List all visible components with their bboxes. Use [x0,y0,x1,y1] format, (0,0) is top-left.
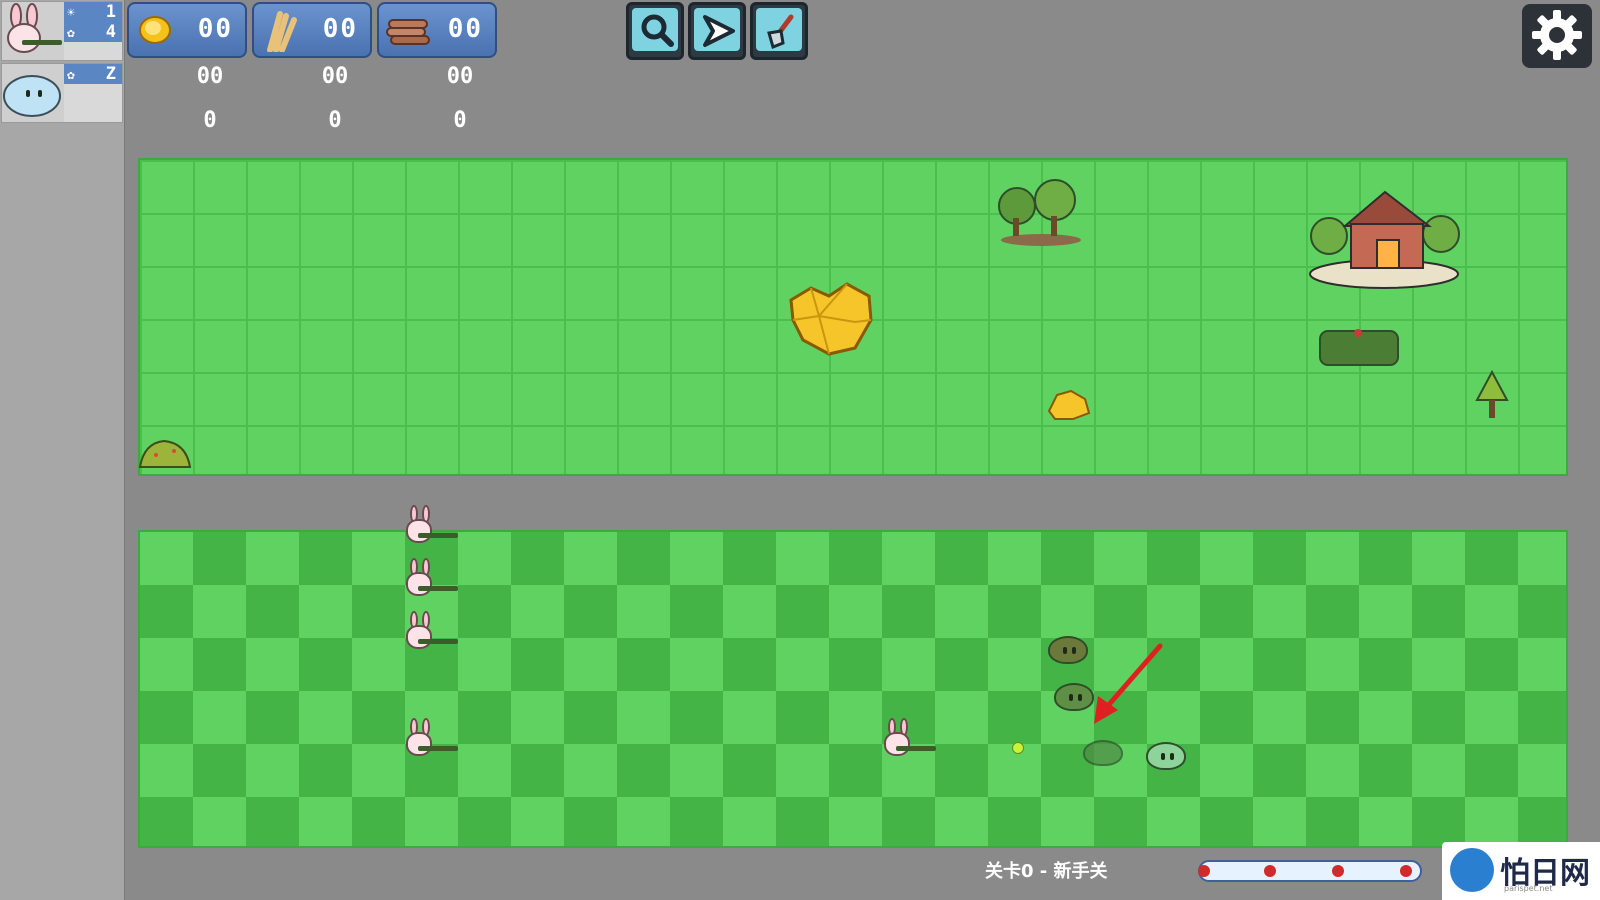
stat-value: Z [105,64,116,84]
wood-logs-icon [386,19,430,45]
wheat-icon: ✿ [67,26,75,41]
stat-value: 4 [105,22,116,42]
defeated-slime-enemy [1083,740,1123,766]
wheat-value: 00 [322,14,358,44]
skull-icon [1332,865,1344,877]
gold-resource-panel: 00 [127,2,247,58]
berry-bush-icon[interactable] [1318,325,1400,367]
farmhouse-icon[interactable] [1305,186,1463,290]
magnifier-icon [641,14,674,47]
slime-portrait [2,64,64,122]
watermark-logo-icon [1450,848,1494,892]
wheat-icon [267,11,297,52]
unit-roster-sidebar: ☀ 1 ✿ 4 ✿ Z [0,0,125,900]
gear-icon [1532,10,1582,60]
roster-stat-top: ☀ 1 [64,2,122,22]
skull-icon [1264,865,1276,877]
search-button[interactable] [626,2,684,60]
play-button[interactable] [688,2,746,60]
gold-sub-value-2: 0 [203,108,217,133]
shrub-icon[interactable] [138,437,192,469]
shovel-button[interactable] [750,2,808,60]
roster-stat-bottom: ✿ 4 [64,22,122,42]
roster-stat-top: ✿ Z [64,64,122,84]
gold-sub-value-1: 00 [196,64,224,89]
skull-icon [1198,865,1210,877]
bunny-gunner-unit[interactable] [398,611,462,655]
bunny-gunner-unit[interactable] [876,718,940,762]
gold-value: 00 [197,14,233,44]
wheat-icon: ✿ [67,68,75,83]
gold-ore-rock-icon[interactable] [785,280,877,360]
roster-card-slime[interactable]: ✿ Z [1,63,123,123]
slime-enemy[interactable] [1146,742,1186,770]
stat-value: 1 [105,2,116,22]
wood-sub-value-2: 0 [453,108,467,133]
level-title: 关卡0 - 新手关 [985,861,1108,882]
bunny-portrait [2,2,64,60]
tree-cluster-icon[interactable] [995,178,1087,248]
wheat-sub-value-2: 0 [328,108,342,133]
settings-button[interactable] [1522,4,1592,68]
skull-icon [1400,865,1412,877]
bunny-gunner-unit[interactable] [398,505,462,549]
wheat-resource-panel: 00 [252,2,372,58]
wood-sub-value-1: 00 [446,64,474,89]
wave-progress-bar [1198,860,1422,882]
projectile [1012,742,1024,754]
wood-value: 00 [447,14,483,44]
wheat-sub-value-1: 00 [321,64,349,89]
bunny-gunner-unit[interactable] [398,558,462,602]
roster-card-bunny[interactable]: ☀ 1 ✿ 4 [1,1,123,61]
watermark-url: parispet.net [1504,884,1553,893]
small-gold-nugget-icon[interactable] [1045,385,1093,421]
small-tree-icon[interactable] [1475,370,1509,422]
site-watermark: 怕日网 parispet.net [1442,842,1600,900]
gold-coin-icon [139,16,171,44]
battle-field[interactable] [138,530,1568,848]
annotation-arrow-icon [1094,643,1163,724]
play-arrow-icon [703,15,735,47]
wood-resource-panel: 00 [377,2,497,58]
slime-enemy[interactable] [1048,636,1088,664]
bunny-gunner-unit[interactable] [398,718,462,762]
sun-icon: ☀ [67,6,75,21]
shovel-icon [767,14,794,50]
